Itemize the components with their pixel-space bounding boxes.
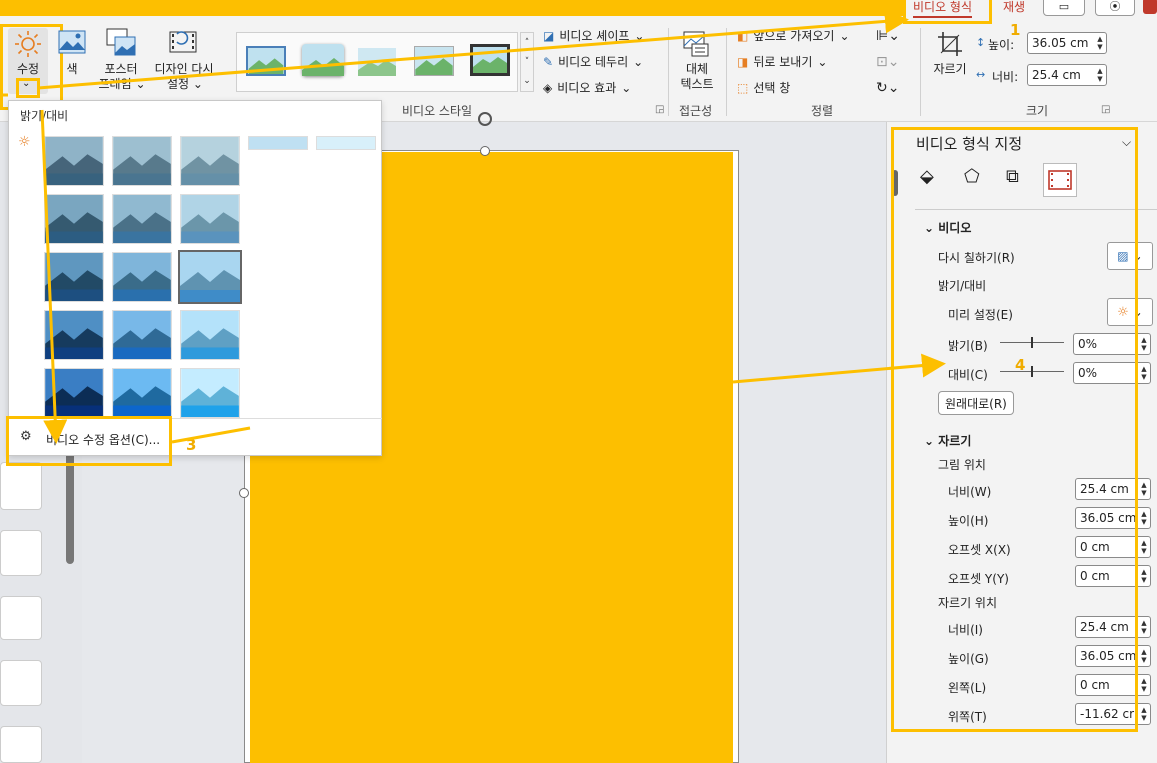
arrow-2-to-3 — [40, 109, 68, 444]
arrow-3-to-4 — [732, 353, 946, 384]
arrow-1-to-2 — [37, 9, 909, 90]
annotation-arrows — [0, 9, 946, 444]
arrow-3-start — [171, 426, 251, 444]
